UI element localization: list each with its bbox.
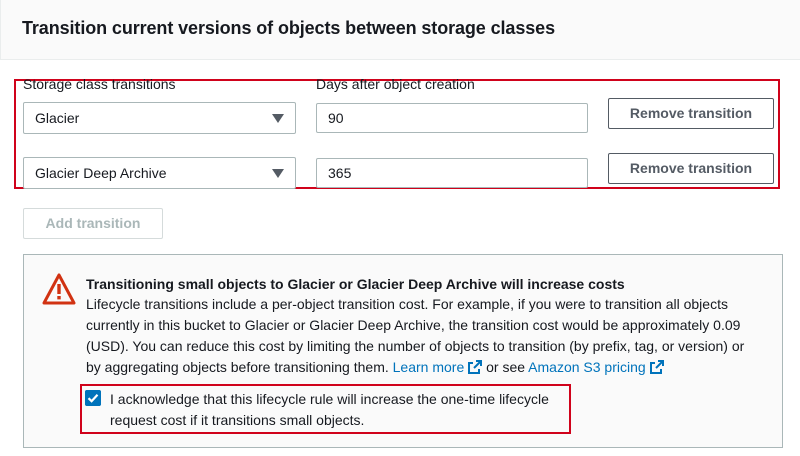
warning-triangle-icon [42, 273, 76, 305]
storage-class-label: Storage class transitions [23, 76, 176, 92]
add-transition-button[interactable]: Add transition [23, 208, 163, 239]
acknowledge-label[interactable]: I acknowledge that this lifecycle rule w… [110, 389, 570, 431]
days-label: Days after object creation [316, 76, 475, 92]
acknowledge-checkbox[interactable] [85, 390, 101, 406]
caret-down-icon [272, 114, 284, 123]
external-link-icon[interactable] [468, 360, 483, 374]
alert-body: Lifecycle transitions include a per-obje… [86, 294, 776, 378]
alert-line: Lifecycle transitions include a per-obje… [86, 296, 728, 312]
acknowledge-line: request cost if it transitions small obj… [110, 412, 365, 428]
alert-line-last: by aggregating objects before transition… [86, 357, 776, 378]
remove-transition-button-2[interactable]: Remove transition [608, 153, 774, 184]
external-link-icon[interactable] [649, 360, 664, 374]
storage-class-value-2: Glacier Deep Archive [35, 165, 167, 181]
alert-line-prefix: by aggregating objects before transition… [86, 359, 393, 375]
storage-class-value-1: Glacier [35, 110, 80, 126]
alert-line: currently in this bucket to Glacier or G… [86, 317, 741, 333]
days-input-1[interactable]: 90 [316, 103, 588, 133]
alert-line: (USD). You can reduce this cost by limit… [86, 338, 745, 354]
storage-class-select-1[interactable]: Glacier [23, 102, 296, 134]
acknowledge-line: I acknowledge that this lifecycle rule w… [110, 391, 549, 407]
days-input-2[interactable]: 365 [316, 158, 588, 188]
remove-transition-button-1[interactable]: Remove transition [608, 98, 774, 129]
alert-title: Transitioning small objects to Glacier o… [86, 276, 625, 292]
learn-more-link[interactable]: Learn more [393, 359, 465, 375]
storage-class-select-2[interactable]: Glacier Deep Archive [23, 157, 296, 189]
s3-pricing-link[interactable]: Amazon S3 pricing [528, 359, 646, 375]
section-title: Transition current versions of objects b… [22, 18, 555, 38]
or-see-text: or see [482, 359, 529, 375]
caret-down-icon [272, 169, 284, 178]
